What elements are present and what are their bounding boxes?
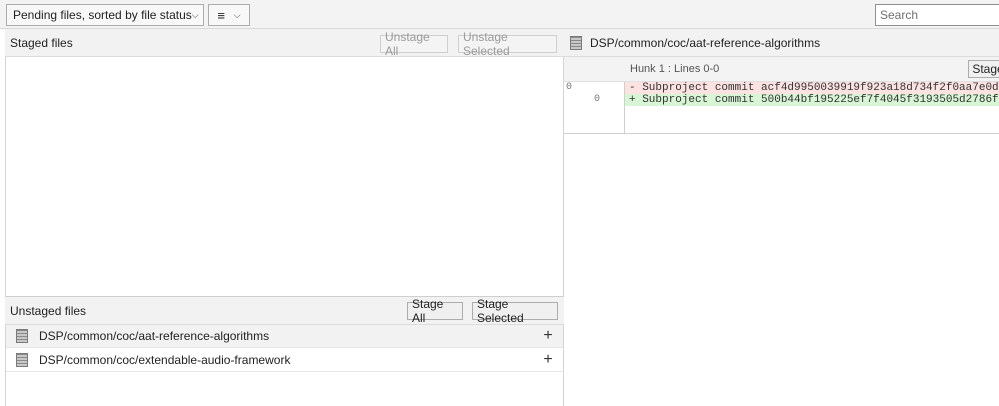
diff-bottom-border bbox=[564, 133, 999, 134]
staged-files-title: Staged files bbox=[10, 35, 73, 50]
file-view-dropdown[interactable]: Pending files, sorted by file status ⌵ bbox=[6, 4, 204, 26]
list-item[interactable]: DSP/common/coc/aat-reference-algorithms … bbox=[6, 325, 563, 348]
unstage-all-button[interactable]: Unstage All bbox=[380, 30, 448, 58]
unstaged-files-title: Unstaged files bbox=[10, 303, 87, 318]
list-item[interactable]: DSP/common/coc/extendable-audio-framewor… bbox=[6, 349, 563, 372]
chevron-down-icon: ⌵ bbox=[191, 9, 199, 20]
submodule-file-icon bbox=[16, 353, 28, 367]
diff-header: DSP/common/coc/aat-reference-algorithms bbox=[564, 29, 999, 57]
submodule-file-icon bbox=[16, 329, 28, 343]
file-name: DSP/common/coc/extendable-audio-framewor… bbox=[39, 353, 291, 367]
new-line-number: 0 bbox=[594, 94, 601, 105]
search-input[interactable] bbox=[875, 4, 999, 26]
staged-files-list[interactable] bbox=[6, 57, 563, 296]
view-mode-button[interactable]: ≡ ⌵ bbox=[208, 4, 250, 26]
file-view-dropdown-label: Pending files, sorted by file status bbox=[13, 8, 192, 22]
hunk-label: Hunk 1 : Lines 0-0 bbox=[630, 63, 720, 75]
stage-hunk-button[interactable]: Stage bbox=[968, 60, 999, 78]
deleted-line: - Subproject commit acf4d9950039919f923a… bbox=[625, 82, 999, 94]
line-number-gutter bbox=[564, 82, 625, 133]
chevron-down-icon: ⌵ bbox=[233, 9, 241, 20]
list-view-icon: ≡ bbox=[217, 7, 225, 23]
unstage-selected-button[interactable]: Unstage Selected bbox=[458, 30, 557, 58]
diff-file-path: DSP/common/coc/aat-reference-algorithms bbox=[590, 35, 821, 50]
stage-all-button[interactable]: Stage All bbox=[407, 297, 463, 325]
stage-selected-button[interactable]: Stage Selected bbox=[472, 297, 558, 325]
old-line-number: 0 bbox=[566, 82, 573, 93]
added-line: + Subproject commit 500b44bf195225ef7f40… bbox=[625, 94, 999, 106]
submodule-file-icon bbox=[570, 35, 582, 50]
plus-icon[interactable]: + bbox=[539, 351, 557, 369]
plus-icon[interactable]: + bbox=[539, 327, 557, 345]
file-name: DSP/common/coc/aat-reference-algorithms bbox=[39, 329, 270, 343]
